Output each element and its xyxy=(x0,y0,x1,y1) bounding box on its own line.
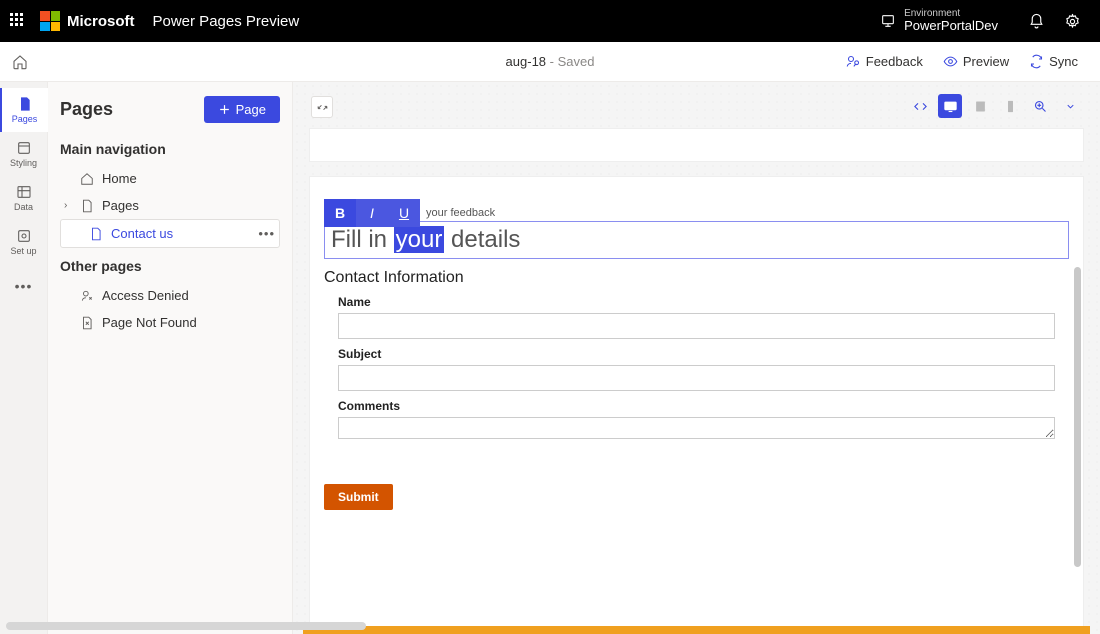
sidebar-title: Pages xyxy=(60,99,113,120)
mobile-icon xyxy=(1003,99,1018,114)
name-input[interactable] xyxy=(338,313,1055,339)
text-format-toolbar: B I U your feedback xyxy=(324,199,495,227)
sync-icon xyxy=(1029,54,1044,69)
left-rail: Pages Styling Data Set up ••• xyxy=(0,82,48,634)
status-suffix: - Saved xyxy=(546,54,594,69)
ellipsis-icon: ••• xyxy=(15,278,33,294)
name-label: Name xyxy=(338,295,1055,309)
design-canvas: B I U your feedback Fill in your details… xyxy=(293,82,1100,634)
home-icon xyxy=(12,54,28,70)
page-icon xyxy=(89,227,103,241)
desktop-icon xyxy=(943,99,958,114)
horizontal-scrollbar[interactable] xyxy=(6,622,366,630)
footer-section[interactable] xyxy=(303,626,1090,634)
underline-button[interactable]: U xyxy=(388,199,420,227)
zoom-button[interactable] xyxy=(1028,94,1052,118)
feedback-button[interactable]: Feedback xyxy=(836,54,933,69)
rail-data[interactable]: Data xyxy=(0,176,48,220)
settings-button[interactable] xyxy=(1058,7,1086,35)
plus-icon xyxy=(218,103,231,116)
expand-icon xyxy=(316,101,329,114)
zoom-chevron[interactable] xyxy=(1058,94,1082,118)
navitem-pages[interactable]: › Pages xyxy=(60,192,280,219)
mobile-view-button[interactable] xyxy=(998,94,1022,118)
rail-pages[interactable]: Pages xyxy=(0,88,48,132)
vertical-scrollbar[interactable] xyxy=(1074,267,1081,567)
section-main-nav: Main navigation xyxy=(60,141,280,157)
app-launcher-icon[interactable] xyxy=(10,13,26,29)
microsoft-logo: Microsoft xyxy=(40,11,135,31)
zoom-icon xyxy=(1033,99,1048,114)
lock-icon xyxy=(80,289,94,303)
sync-button[interactable]: Sync xyxy=(1019,54,1088,69)
empty-section[interactable] xyxy=(309,128,1084,162)
home-button[interactable] xyxy=(12,54,32,70)
page-icon xyxy=(17,96,33,112)
page-icon xyxy=(80,199,94,213)
pages-sidebar: Pages Page Main navigation Home › Pages … xyxy=(48,82,293,634)
more-options-icon[interactable]: ••• xyxy=(258,226,275,241)
command-bar: aug-18 - Saved Feedback Preview Sync xyxy=(0,42,1100,82)
eye-icon xyxy=(943,54,958,69)
page-surface[interactable]: B I U your feedback Fill in your details… xyxy=(309,176,1084,634)
chevron-down-icon xyxy=(1065,101,1076,112)
italic-button[interactable]: I xyxy=(356,199,388,227)
viewport-toolbar xyxy=(908,94,1082,118)
bell-icon xyxy=(1028,13,1045,30)
file-name: aug-18 xyxy=(506,54,546,69)
home-icon xyxy=(80,172,94,186)
rail-setup[interactable]: Set up xyxy=(0,220,48,264)
global-header: Microsoft Power Pages Preview Environmen… xyxy=(0,0,1100,42)
navitem-home[interactable]: Home xyxy=(60,165,280,192)
comments-input[interactable] xyxy=(338,417,1055,439)
app-title: Power Pages Preview xyxy=(153,13,300,30)
add-page-button[interactable]: Page xyxy=(204,96,280,123)
submit-button[interactable]: Submit xyxy=(324,484,393,510)
bold-button[interactable]: B xyxy=(324,199,356,227)
page-error-icon xyxy=(80,316,94,330)
environment-name: PowerPortalDev xyxy=(904,19,998,34)
rail-styling[interactable]: Styling xyxy=(0,132,48,176)
environment-picker[interactable]: Environment PowerPortalDev xyxy=(880,8,998,34)
preview-button[interactable]: Preview xyxy=(933,54,1019,69)
gear-icon xyxy=(1064,13,1081,30)
code-icon xyxy=(913,99,928,114)
subject-input[interactable] xyxy=(338,365,1055,391)
navitem-access-denied[interactable]: Access Denied xyxy=(60,282,280,309)
contact-info-heading: Contact Information xyxy=(324,269,1069,287)
save-status: aug-18 - Saved xyxy=(506,54,595,69)
tablet-icon xyxy=(973,99,988,114)
tablet-view-button[interactable] xyxy=(968,94,992,118)
section-other-pages: Other pages xyxy=(60,258,280,274)
toolbar-hint: your feedback xyxy=(426,207,495,219)
styling-icon xyxy=(16,140,32,156)
desktop-view-button[interactable] xyxy=(938,94,962,118)
code-view-button[interactable] xyxy=(908,94,932,118)
microsoft-wordmark: Microsoft xyxy=(67,13,135,30)
notifications-button[interactable] xyxy=(1022,7,1050,35)
data-icon xyxy=(16,184,32,200)
rail-more[interactable]: ••• xyxy=(0,264,48,308)
setup-icon xyxy=(16,228,32,244)
feedback-icon xyxy=(846,54,861,69)
navitem-contact-us[interactable]: Contact us ••• xyxy=(60,219,280,248)
navitem-not-found[interactable]: Page Not Found xyxy=(60,309,280,336)
environment-icon xyxy=(880,13,896,29)
subject-label: Subject xyxy=(338,347,1055,361)
chevron-right-icon: › xyxy=(64,200,67,211)
expand-canvas-button[interactable] xyxy=(311,96,333,118)
comments-label: Comments xyxy=(338,399,1055,413)
